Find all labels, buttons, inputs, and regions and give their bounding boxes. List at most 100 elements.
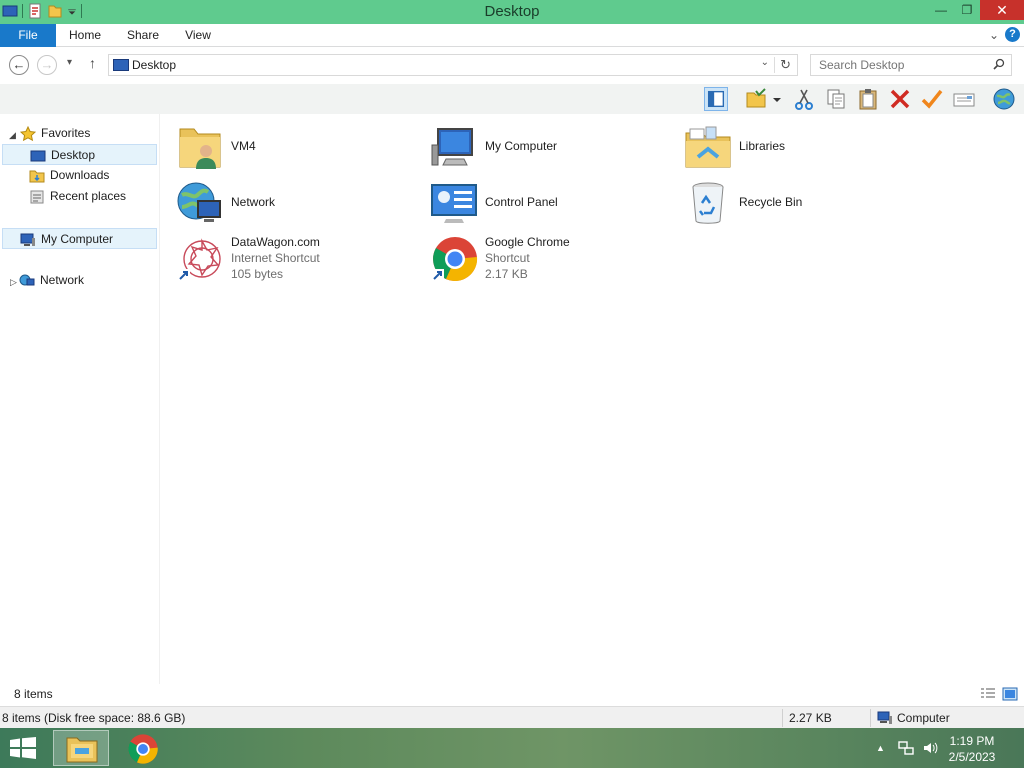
item-name: My Computer xyxy=(485,139,558,153)
nav-network-label: Network xyxy=(40,273,85,287)
window-controls: — ❐ ✕ xyxy=(928,0,1024,22)
paste-icon[interactable] xyxy=(856,87,880,111)
navigation-pane-icon[interactable] xyxy=(704,87,728,111)
nav-recent-places[interactable]: Recent places xyxy=(2,186,157,207)
maximize-button[interactable]: ❐ xyxy=(954,0,980,20)
properties-toolbar-icon[interactable] xyxy=(952,87,976,111)
item-name: Recycle Bin xyxy=(739,195,803,209)
network-tray-icon[interactable] xyxy=(898,740,914,756)
item-name: VM4 xyxy=(231,139,256,153)
item-count: 8 items xyxy=(14,687,53,701)
zone-label: Computer xyxy=(897,711,950,725)
back-button[interactable]: ← xyxy=(9,55,29,75)
command-toolbar xyxy=(0,84,1024,114)
item-my-computer[interactable]: My Computer xyxy=(414,118,664,172)
network-small-icon xyxy=(19,274,35,286)
chrome-icon xyxy=(432,237,478,281)
item-size: 2.17 KB xyxy=(485,267,528,281)
desktop-icon xyxy=(30,150,46,162)
rename-check-icon[interactable] xyxy=(920,87,944,111)
disk-free-space: 8 items (Disk free space: 88.6 GB) xyxy=(2,711,186,725)
address-dropdown-icon[interactable]: ⌄ xyxy=(761,57,769,68)
favorites-collapse-icon[interactable]: ◢ xyxy=(9,128,16,142)
windows-start-icon[interactable] xyxy=(10,737,36,759)
address-bar[interactable]: Desktop ⌄ ↻ xyxy=(108,54,798,76)
close-button[interactable]: ✕ xyxy=(980,0,1024,20)
computer-zone-icon xyxy=(877,711,892,724)
taskbar-file-explorer[interactable] xyxy=(53,730,109,766)
details-separator-2 xyxy=(870,709,871,727)
clock-time: 1:19 PM xyxy=(949,734,995,748)
item-name: DataWagon.com xyxy=(231,235,320,249)
recycle-bin-icon xyxy=(692,182,724,224)
up-button[interactable]: ↑ xyxy=(89,55,96,71)
cut-icon[interactable] xyxy=(792,87,816,111)
status-bar: 8 items xyxy=(0,684,1024,706)
user-folder-icon xyxy=(179,128,221,169)
file-list: VM4 My Computer Libraries Network Contro… xyxy=(160,114,1024,684)
minimize-button[interactable]: — xyxy=(928,0,954,20)
forward-button[interactable]: → xyxy=(37,55,57,75)
tab-file[interactable]: File xyxy=(0,24,56,47)
tab-view[interactable]: View xyxy=(178,24,218,47)
item-name: Libraries xyxy=(739,139,786,153)
nav-favorites[interactable]: Favorites xyxy=(20,123,155,144)
details-bar: 8 items (Disk free space: 88.6 GB) 2.27 … xyxy=(0,706,1024,728)
item-name: Network xyxy=(231,195,276,209)
expand-ribbon-icon[interactable]: ⌄ xyxy=(989,28,999,42)
ribbon-tabs: File Home Share View ⌄ ? xyxy=(0,24,1024,47)
nav-my-computer-label: My Computer xyxy=(41,232,114,246)
refresh-button[interactable]: ↻ xyxy=(780,57,791,73)
chrome-taskbar-icon xyxy=(128,734,158,764)
address-separator xyxy=(774,57,775,73)
address-row: ← → ▾ ↑ Desktop ⌄ ↻ xyxy=(0,48,1024,84)
internet-shortcut-icon xyxy=(178,238,221,281)
downloads-folder-icon xyxy=(29,170,45,183)
folder-options-icon[interactable] xyxy=(744,87,768,111)
search-icon[interactable] xyxy=(993,58,1005,70)
item-google-chrome[interactable]: Google Chrome Shortcut 2.17 KB xyxy=(414,230,664,286)
large-icons-view-icon[interactable] xyxy=(1002,687,1018,701)
item-datawagon[interactable]: DataWagon.com Internet Shortcut 105 byte… xyxy=(160,230,410,286)
nav-downloads[interactable]: Downloads xyxy=(2,165,157,186)
item-type: Internet Shortcut xyxy=(231,251,320,265)
address-path[interactable]: Desktop xyxy=(132,58,176,72)
volume-icon[interactable] xyxy=(922,740,938,756)
search-input[interactable] xyxy=(811,55,989,75)
search-box[interactable] xyxy=(810,54,1012,76)
taskbar: ▲ 1:19 PM 2/5/2023 xyxy=(0,728,1024,768)
item-libraries[interactable]: Libraries xyxy=(668,118,918,172)
item-recycle-bin[interactable]: Recycle Bin xyxy=(668,174,918,228)
star-icon xyxy=(20,126,36,142)
tab-share[interactable]: Share xyxy=(120,24,166,47)
delete-icon[interactable] xyxy=(888,87,912,111)
computer-icon xyxy=(431,128,473,166)
ribbon-right-controls: ⌄ ? xyxy=(989,27,1020,42)
item-network[interactable]: Network xyxy=(160,174,410,228)
file-explorer-icon xyxy=(66,737,98,763)
item-vm4[interactable]: VM4 xyxy=(160,118,410,172)
taskbar-chrome[interactable] xyxy=(115,730,171,766)
network-icon xyxy=(177,182,221,222)
system-clock[interactable]: 1:19 PM 2/5/2023 xyxy=(942,733,1002,765)
globe-icon[interactable] xyxy=(992,87,1016,111)
details-separator xyxy=(782,709,783,727)
nav-downloads-label: Downloads xyxy=(50,168,110,182)
navigation-pane: ◢ Favorites Desktop Downloads Recent pla… xyxy=(0,114,160,684)
show-hidden-icons-arrow[interactable]: ▲ xyxy=(876,743,885,753)
nav-my-computer[interactable]: My Computer xyxy=(2,228,157,249)
nav-desktop-label: Desktop xyxy=(51,148,96,162)
recent-locations-button[interactable]: ▾ xyxy=(67,57,72,68)
view-switcher xyxy=(980,687,1018,701)
folder-options-dropdown-icon[interactable] xyxy=(770,87,784,111)
item-size: 105 bytes xyxy=(231,267,284,281)
nav-recent-places-label: Recent places xyxy=(50,189,127,203)
nav-desktop[interactable]: Desktop xyxy=(2,144,157,165)
item-control-panel[interactable]: Control Panel xyxy=(414,174,664,228)
tab-home[interactable]: Home xyxy=(62,24,108,47)
title-bar: Desktop — ❐ ✕ xyxy=(0,0,1024,24)
details-view-icon[interactable] xyxy=(980,687,996,701)
help-icon[interactable]: ? xyxy=(1005,27,1020,42)
copy-icon[interactable] xyxy=(824,87,848,111)
nav-network[interactable]: Network xyxy=(2,270,157,291)
